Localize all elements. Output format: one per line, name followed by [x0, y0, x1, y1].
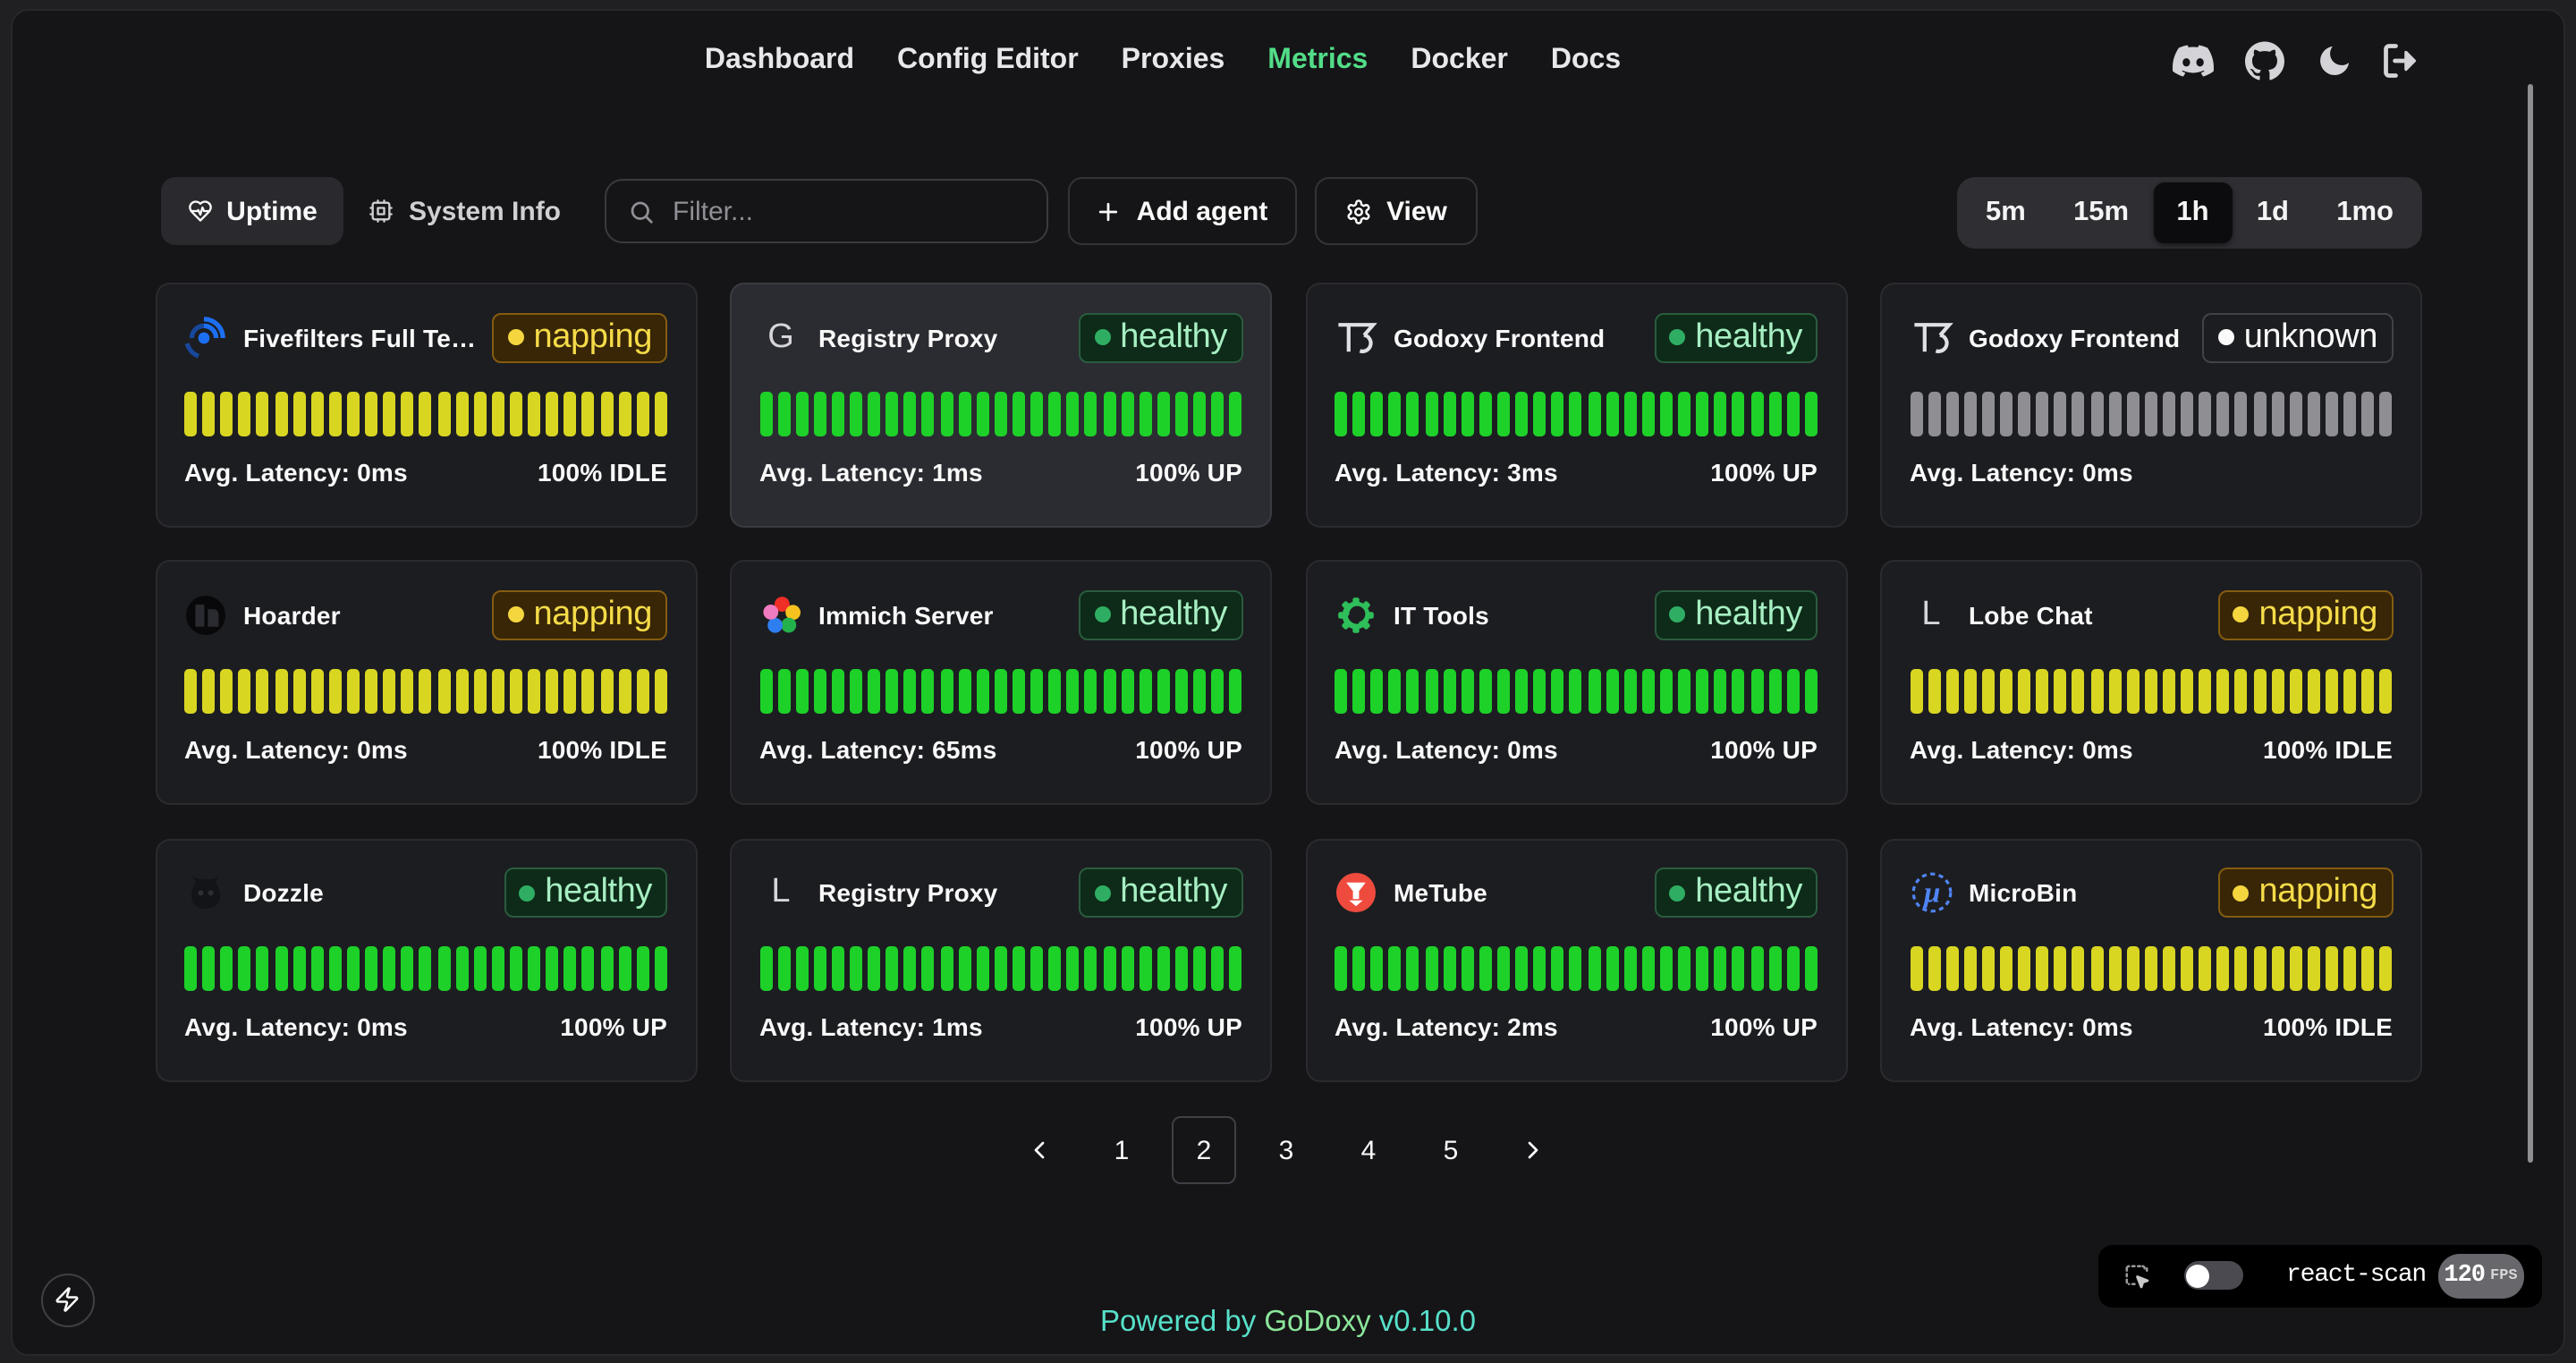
svg-text:µ: µ: [1921, 876, 1939, 909]
